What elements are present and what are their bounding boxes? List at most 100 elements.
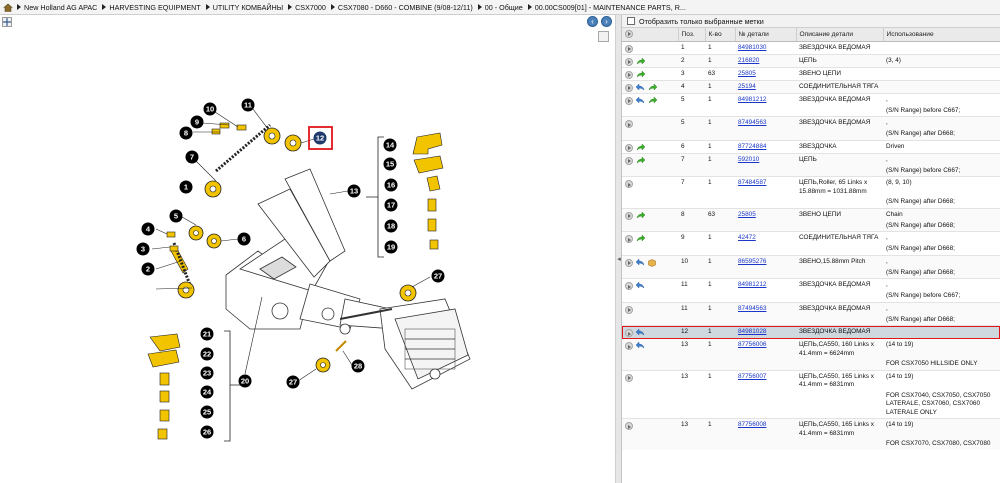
replacement-arrow-icon[interactable] [635,83,645,92]
callout-16[interactable]: 16 [384,178,398,192]
breadcrumb-item[interactable]: UTILITY КОМБАЙНЫ [205,3,283,12]
row-expand-icon[interactable] [625,156,633,165]
add-to-cart-arrow-icon[interactable] [648,96,658,105]
breadcrumb-item[interactable]: CSX7000 [288,3,326,12]
table-row[interactable]: 13 1 87756007 ЦЕПЬ,CA550, 165 Links x 41.4m… [622,370,1000,391]
table-row[interactable]: 13 1 87756006 ЦЕПЬ,CA550, 160 Links x 41.4m… [622,338,1000,359]
previous-page-button[interactable]: ‹ [587,16,598,27]
replacement-arrow-icon[interactable] [635,341,645,350]
table-row-selected[interactable]: 12 1 84981028 ЗВЕЗДОЧКА ВЕДОМАЯ [622,325,1000,339]
add-to-cart-arrow-icon[interactable] [636,57,646,66]
row-expand-icon[interactable] [625,305,633,314]
row-expand-icon[interactable] [625,83,633,92]
part-number-link[interactable]: 84981030 [738,44,766,51]
part-number-link[interactable]: 87756007 [738,373,766,380]
row-expand-icon[interactable] [625,120,633,128]
column-header-description[interactable]: Описание детали [796,28,884,42]
callout-19[interactable]: 19 [384,240,398,254]
replacement-arrow-icon[interactable] [635,96,645,105]
kit-box-icon[interactable] [648,258,656,267]
row-expand-icon[interactable] [625,235,633,243]
table-row[interactable]: 10 1 86595276 ЗВЕНО,15.88mm Pitch, [622,255,1000,268]
table-row[interactable]: 11 1 84981212 ЗВЕЗДОЧКА ВЕДОМАЯ, [622,278,1000,292]
column-header-part-number[interactable]: № детали [735,28,797,42]
callout-28[interactable]: 28 [351,359,365,373]
part-number-link[interactable]: 86595276 [738,258,766,265]
callout-25[interactable]: 25 [200,405,214,419]
row-expand-icon[interactable] [625,258,633,267]
callout-6[interactable]: 6 [237,232,251,246]
breadcrumb-item[interactable]: CSX7080 - D660 - COMBINE (9/08-12/11) [330,3,473,12]
table-row[interactable]: 1 1 84981030 ЗВЕЗДОЧКА ВЕДОМАЯ [622,41,1000,54]
table-row[interactable]: 5 1 84981212 ЗВЕЗДОЧКА ВЕДОМАЯ, [622,93,1000,106]
table-row[interactable]: 7 1 592010 ЦЕПЬ, [622,153,1000,166]
callout-22[interactable]: 22 [200,347,214,361]
part-number-link[interactable]: 84981212 [738,281,766,288]
part-number-link[interactable]: 25805 [738,211,756,218]
callout-13[interactable]: 13 [347,184,361,198]
callout-24[interactable]: 24 [200,385,214,399]
callout-8[interactable]: 8 [179,126,193,140]
add-to-cart-arrow-icon[interactable] [636,211,646,220]
part-number-link[interactable]: 87756008 [738,421,766,428]
part-number-link[interactable]: 216820 [738,57,759,64]
row-expand-icon[interactable] [625,422,633,430]
table-row[interactable]: 8 63 25805 ЗВЕНО ЦЕПИ Chain [622,208,1000,221]
breadcrumb-item[interactable]: New Holland AG APAC [17,3,97,12]
callout-21[interactable]: 21 [200,327,214,341]
part-number-link[interactable]: 87756006 [738,341,766,348]
callout-5[interactable]: 5 [169,209,183,223]
replacement-arrow-icon[interactable] [635,258,645,267]
breadcrumb-item[interactable]: 00.00CS009[01] - MAINTENANCE PARTS, R... [527,3,686,12]
part-number-link[interactable]: 84981028 [738,328,766,335]
add-to-cart-arrow-icon[interactable] [648,83,658,92]
callout-1[interactable]: 1 [179,180,193,194]
column-header-usage[interactable]: Использование [883,28,1000,42]
row-expand-icon[interactable] [625,44,633,53]
column-header-actions[interactable] [622,28,679,42]
add-to-cart-arrow-icon[interactable] [636,70,646,79]
table-row[interactable]: 2 1 216820 ЦЕПЬ (3, 4) [622,54,1000,67]
row-expand-icon[interactable] [625,211,633,220]
callout-23[interactable]: 23 [200,366,214,380]
add-to-cart-arrow-icon[interactable] [636,234,646,243]
column-header-position[interactable]: Поз. [678,28,706,42]
row-expand-icon[interactable] [625,70,633,79]
callout-10[interactable]: 10 [203,102,217,116]
callout-11[interactable]: 11 [241,98,255,112]
breadcrumb-item[interactable]: HARVESTING EQUIPMENT [102,3,201,12]
row-expand-icon[interactable] [625,143,633,152]
part-number-link[interactable]: 84981212 [738,96,766,103]
part-number-link[interactable]: 87494563 [738,305,766,312]
callout-7[interactable]: 7 [185,150,199,164]
callout-12[interactable]: 12 [313,131,327,145]
callout-14[interactable]: 14 [383,138,397,152]
table-row[interactable]: 11 1 87494563 ЗВЕЗДОЧКА ВЕДОМАЯ, [622,302,1000,315]
row-expand-icon[interactable] [625,180,633,188]
table-row[interactable]: 3 63 25805 ЗВЕНО ЦЕПИ [622,67,1000,80]
callout-3[interactable]: 3 [136,242,150,256]
replacement-arrow-icon[interactable] [635,281,645,290]
part-number-link[interactable]: 25194 [738,83,756,90]
callout-26[interactable]: 26 [200,425,214,439]
part-number-link[interactable]: 592010 [738,156,759,163]
row-expand-icon[interactable] [625,57,633,66]
table-row[interactable]: 9 1 42472 СОЕДИНИТЕЛЬНАЯ ТЯГА, [622,231,1000,245]
home-icon[interactable] [2,2,13,12]
callout-27[interactable]: 27 [431,269,445,283]
callout-2[interactable]: 2 [141,262,155,276]
table-row[interactable]: 6 1 87724884 ЗВЕЗДОЧКА Driven [622,140,1000,153]
part-number-link[interactable]: 87484587 [738,179,766,186]
breadcrumb-item[interactable]: 00 - Общие [477,3,523,12]
part-number-link[interactable]: 87494563 [738,119,766,126]
show-selected-only-checkbox[interactable] [627,17,635,25]
add-to-cart-arrow-icon[interactable] [636,156,646,165]
row-expand-icon[interactable] [625,373,633,382]
callout-9[interactable]: 9 [190,115,204,129]
row-expand-icon[interactable] [625,96,633,105]
part-number-link[interactable]: 25805 [738,70,756,77]
next-page-button[interactable]: › [601,16,612,27]
expand-all-icon[interactable] [625,29,633,38]
column-header-quantity[interactable]: К-во [705,28,736,42]
callout-20[interactable]: 20 [238,374,252,388]
